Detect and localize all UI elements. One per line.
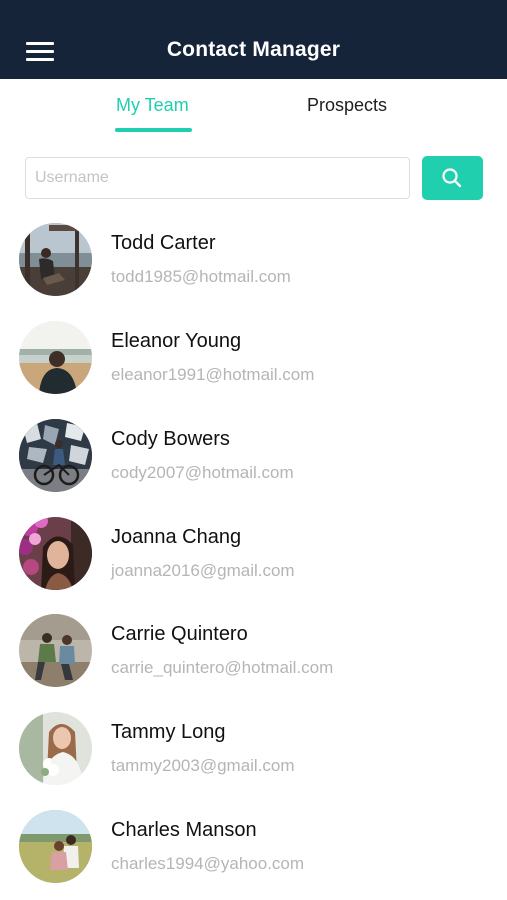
contact-email: todd1985@hotmail.com [111, 267, 291, 286]
bride-with-bouquet-photo [19, 712, 92, 785]
active-tab-indicator [115, 128, 192, 132]
avatar [19, 321, 92, 394]
man-on-pier-photo [19, 223, 92, 296]
couple-in-field-photo [19, 810, 92, 883]
contact-email: cody2007@hotmail.com [111, 463, 294, 482]
contact-email: carrie_quintero@hotmail.com [111, 658, 334, 677]
avatar [19, 810, 92, 883]
contact-name: Charles Manson [111, 819, 257, 841]
contact-list-item[interactable]: Charles Manson charles1994@yahoo.com [0, 810, 507, 900]
contact-email: eleanor1991@hotmail.com [111, 365, 315, 384]
contact-name: Eleanor Young [111, 330, 242, 352]
app-header: Contact Manager [0, 0, 507, 79]
search-button[interactable] [422, 156, 483, 200]
avatar [19, 614, 92, 687]
contact-list-item[interactable]: Joanna Chang joanna2016@gmail.com [0, 517, 507, 615]
contact-list-item[interactable]: Todd Carter todd1985@hotmail.com [0, 223, 507, 321]
contact-list-item[interactable]: Eleanor Young eleanor1991@hotmail.com [0, 321, 507, 419]
avatar [19, 517, 92, 590]
search-icon [442, 168, 462, 188]
woman-with-flowers-photo [19, 517, 92, 590]
contact-name: Todd Carter [111, 232, 216, 254]
avatar [19, 712, 92, 785]
tab-prospects[interactable]: Prospects [307, 95, 387, 116]
tab-my-team[interactable]: My Team [116, 95, 189, 116]
contact-name: Joanna Chang [111, 526, 242, 548]
person-by-lake-photo [19, 321, 92, 394]
contact-list-item[interactable]: Cody Bowers cody2007@hotmail.com [0, 419, 507, 517]
avatar [19, 223, 92, 296]
app-title: Contact Manager [166, 38, 341, 61]
tab-bar: My Team Prospects [0, 79, 507, 141]
contact-name: Carrie Quintero [111, 623, 248, 645]
contact-email: joanna2016@gmail.com [111, 561, 295, 580]
contact-list-item[interactable]: Carrie Quintero carrie_quintero@hotmail.… [0, 614, 507, 712]
contact-manager-app: Contact Manager My Team Prospects Userna… [0, 0, 507, 900]
contact-name: Tammy Long [111, 721, 226, 743]
contact-list-item[interactable]: Tammy Long tammy2003@gmail.com [0, 712, 507, 810]
contact-email: charles1994@yahoo.com [111, 854, 305, 873]
cyclist-with-graffiti-photo [19, 419, 92, 492]
username-search-input[interactable] [25, 157, 410, 199]
contact-email: tammy2003@gmail.com [111, 756, 295, 775]
avatar [19, 419, 92, 492]
couple-sitting-photo [19, 614, 92, 687]
contact-name: Cody Bowers [111, 428, 230, 450]
